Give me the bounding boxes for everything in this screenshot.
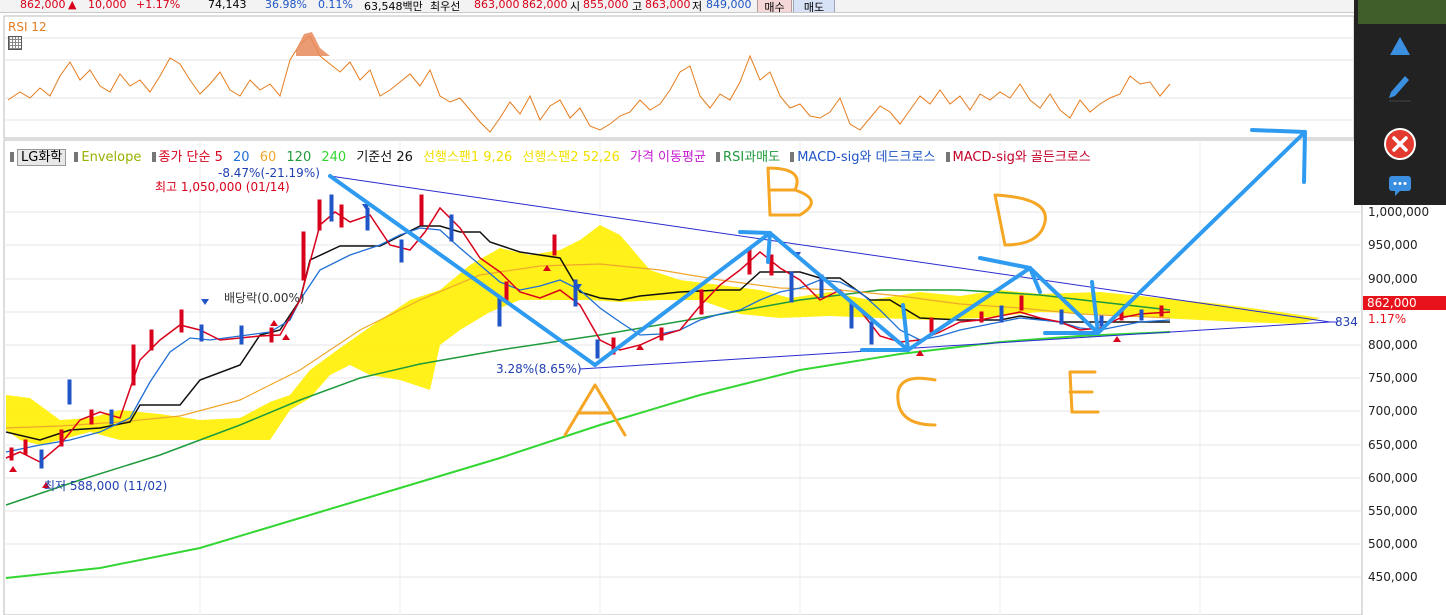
last-line-value: 834: [1335, 315, 1358, 329]
axis-tick: 550,000: [1368, 504, 1418, 518]
axis-tick: 900,000: [1368, 272, 1418, 286]
legend-ma120[interactable]: 120: [286, 150, 311, 165]
axis-tick: 1,000,000: [1368, 205, 1430, 219]
legend-marker-icon: [716, 152, 721, 162]
legend-span2[interactable]: 선행스팬2 52,26: [522, 150, 619, 165]
tool-panel-header: [1358, 0, 1446, 24]
grid-icon[interactable]: [8, 36, 22, 50]
axis-tick: 750,000: [1368, 371, 1418, 385]
legend-base-line[interactable]: 기준선 26: [356, 150, 413, 165]
legend-ma240[interactable]: 240: [321, 150, 346, 165]
chart-canvas[interactable]: [0, 0, 1446, 615]
delete-button[interactable]: [1354, 124, 1446, 164]
current-pct-marker: 1.17%: [1368, 312, 1407, 326]
chat-icon: [1389, 176, 1411, 196]
triangle-up-icon: [1390, 37, 1410, 55]
legend-rsi-oversold[interactable]: RSI과매도: [723, 150, 780, 165]
dividend-annotation: 배당락(0.00%): [224, 291, 305, 305]
indicator-legend: LG화학 Envelope 종가 단순 5 20 60 120 240 기준선 …: [10, 146, 1097, 166]
legend-ma60[interactable]: 60: [260, 150, 277, 165]
legend-macd-dead[interactable]: MACD-sig와 데드크로스: [797, 150, 935, 165]
legend-stock[interactable]: LG화학: [17, 149, 67, 166]
axis-tick: 800,000: [1368, 338, 1418, 352]
scroll-up-button[interactable]: [1354, 26, 1446, 66]
comment-button[interactable]: [1354, 166, 1446, 206]
current-price-marker: 862,000: [1363, 296, 1446, 310]
low-annotation: 최저 588,000 (11/02): [44, 479, 168, 493]
legend-macd-golden[interactable]: MACD-sig와 골든크로스: [953, 150, 1091, 165]
axis-tick: 600,000: [1368, 471, 1418, 485]
legend-price-ma[interactable]: 가격 이동평균: [630, 150, 706, 165]
draw-tool-button[interactable]: [1354, 66, 1446, 106]
pencil-icon: [1389, 76, 1411, 102]
legend-marker-icon: [151, 152, 156, 162]
legend-marker-icon: [10, 152, 14, 162]
axis-tick: 950,000: [1368, 238, 1418, 252]
legend-marker-icon: [74, 152, 79, 162]
rsi-label: RSI 12: [8, 20, 47, 34]
low-pct-annotation: 3.28%(8.65%): [496, 362, 582, 376]
axis-tick: 700,000: [1368, 404, 1418, 418]
legend-envelope[interactable]: Envelope: [81, 150, 141, 165]
axis-tick: 500,000: [1368, 537, 1418, 551]
high-annotation: 최고 1,050,000 (01/14): [155, 180, 290, 194]
axis-tick: 450,000: [1368, 570, 1418, 584]
legend-ma5[interactable]: 종가 단순 5: [159, 150, 223, 165]
axis-tick: 650,000: [1368, 438, 1418, 452]
tool-panel: [1354, 0, 1446, 205]
legend-marker-icon: [790, 152, 795, 162]
legend-span1[interactable]: 선행스팬1 9,26: [423, 150, 512, 165]
legend-ma20[interactable]: 20: [233, 150, 250, 165]
legend-marker-icon: [945, 152, 950, 162]
close-icon: [1384, 128, 1416, 160]
